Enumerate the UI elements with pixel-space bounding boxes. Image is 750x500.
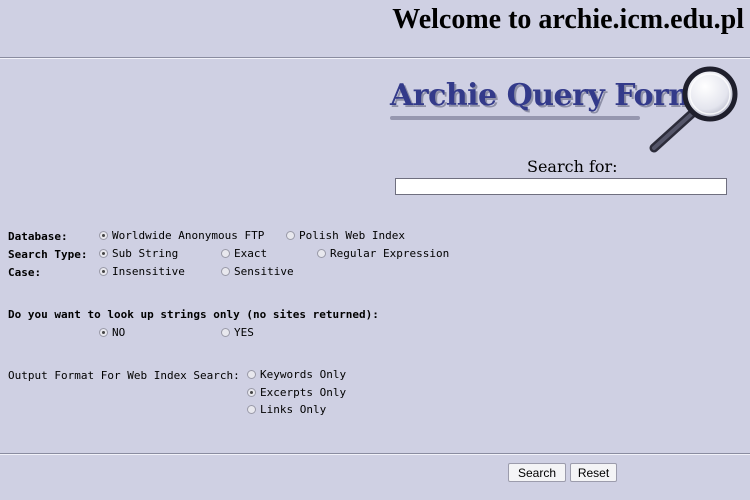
case-option-sensitive[interactable]: Sensitive (221, 265, 294, 278)
page-title: Welcome to archie.icm.edu.pl (392, 4, 744, 35)
strings-only-option-yes[interactable]: YES (221, 326, 254, 339)
option-label: Polish Web Index (299, 229, 405, 242)
option-label: Sensitive (234, 265, 294, 278)
option-label: Sub String (112, 247, 179, 260)
option-label: Worldwide Anonymous FTP (112, 229, 265, 242)
radio-icon[interactable] (99, 231, 108, 240)
database-option-web-index[interactable]: Polish Web Index (286, 229, 405, 242)
radio-icon[interactable] (317, 249, 326, 258)
radio-icon[interactable] (221, 328, 230, 337)
case-label: Case: (8, 266, 42, 279)
database-label: Database: (8, 230, 68, 243)
output-format-option-keywords[interactable]: Keywords Only (247, 368, 346, 381)
option-label: Insensitive (112, 265, 185, 278)
search-label: Search for: (527, 157, 618, 176)
option-label: Links Only (260, 403, 327, 416)
radio-icon[interactable] (99, 328, 108, 337)
radio-icon[interactable] (247, 388, 256, 397)
logo-underline (390, 116, 640, 120)
bottom-divider (0, 453, 750, 455)
option-label: Excerpts Only (260, 386, 347, 399)
search-type-option-exact[interactable]: Exact (221, 247, 267, 260)
strings-only-label: Do you want to look up strings only (no … (8, 308, 379, 321)
radio-icon[interactable] (286, 231, 295, 240)
search-type-option-substring[interactable]: Sub String (99, 247, 178, 260)
option-label: Regular Expression (330, 247, 450, 260)
search-type-label: Search Type: (8, 248, 88, 261)
radio-icon[interactable] (221, 249, 230, 258)
reset-button[interactable]: Reset (570, 463, 617, 482)
option-label: YES (234, 326, 254, 339)
radio-icon[interactable] (247, 370, 256, 379)
top-divider (0, 57, 750, 59)
search-button[interactable]: Search (508, 463, 566, 482)
radio-icon[interactable] (247, 405, 256, 414)
option-label: Keywords Only (260, 368, 347, 381)
radio-icon[interactable] (99, 267, 108, 276)
search-type-option-regex[interactable]: Regular Expression (317, 247, 449, 260)
radio-icon[interactable] (221, 267, 230, 276)
magnifying-glass-icon (649, 66, 738, 153)
case-option-insensitive[interactable]: Insensitive (99, 265, 185, 278)
option-label: Exact (234, 247, 268, 260)
radio-icon[interactable] (99, 249, 108, 258)
archie-logo: Archie Query Form (386, 66, 738, 156)
strings-only-option-no[interactable]: NO (99, 326, 125, 339)
database-option-ftp[interactable]: Worldwide Anonymous FTP (99, 229, 264, 242)
option-label: NO (112, 326, 126, 339)
output-format-option-excerpts[interactable]: Excerpts Only (247, 386, 346, 399)
output-format-option-links[interactable]: Links Only (247, 403, 326, 416)
search-input[interactable] (395, 178, 727, 195)
output-format-label: Output Format For Web Index Search: (8, 369, 240, 382)
